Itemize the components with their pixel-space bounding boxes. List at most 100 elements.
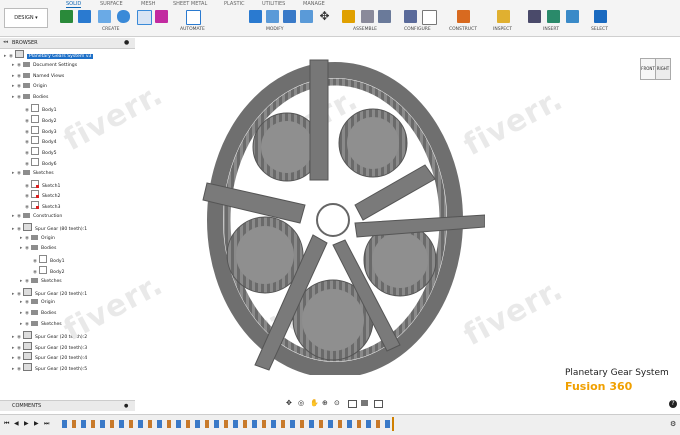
viewports-icon[interactable]: [374, 400, 383, 408]
browser-node[interactable]: ▸ ◉ Sketches: [12, 169, 54, 178]
browser-node[interactable]: ▸ ◉ Spur Gear (80 teeth):1: [12, 222, 87, 232]
browser-node[interactable]: ▸ ◉ Bodies: [12, 93, 48, 102]
browser-node[interactable]: ▸ ◉ Document Settings: [12, 61, 77, 70]
browser-node[interactable]: ◉ Sketch1: [20, 179, 60, 189]
group-inspect[interactable]: INSPECT: [493, 27, 512, 32]
browser-node[interactable]: ◉ Body2: [28, 266, 65, 275]
hole-icon[interactable]: [117, 10, 130, 23]
navigation-toolbar: ✥ ◎ ✋ ⊕ ⊙: [286, 399, 396, 410]
viewcube[interactable]: FRONT RIGHT: [634, 52, 672, 84]
browser-node[interactable]: ▸ ◉ Planetary Gears System v3: [4, 50, 94, 59]
comments-panel[interactable]: COMMENTS ●: [0, 400, 135, 411]
timeline-next-icon[interactable]: ▶: [34, 420, 39, 427]
parameters-table-icon[interactable]: [422, 10, 437, 25]
browser-node[interactable]: ◉ Body6: [20, 158, 57, 167]
automate-icon[interactable]: [186, 10, 201, 25]
look-at-icon[interactable]: ◎: [298, 399, 304, 407]
shell-icon[interactable]: [300, 10, 313, 23]
browser-node[interactable]: ◉ Body4: [20, 136, 57, 145]
comments-add-icon[interactable]: ●: [124, 401, 128, 411]
orbit-icon[interactable]: ✥: [286, 399, 292, 407]
grid-snaps-icon[interactable]: [361, 400, 368, 406]
browser-node[interactable]: ▸ ◉ Spur Gear (20 teeth):5: [12, 363, 87, 372]
tab-sheet-metal[interactable]: SHEET METAL: [173, 1, 207, 7]
group-construct[interactable]: CONSTRUCT: [449, 27, 477, 32]
browser-node[interactable]: ◉ Body1: [28, 255, 65, 264]
timeline-prev-icon[interactable]: ◀: [14, 420, 19, 427]
pan-icon[interactable]: ✋: [310, 399, 319, 407]
browser-node[interactable]: ▸ ◉ Origin: [12, 82, 47, 91]
planetary-gear-model[interactable]: [195, 55, 485, 375]
group-select[interactable]: SELECT: [591, 27, 608, 32]
display-settings-icon[interactable]: [348, 400, 357, 408]
tab-plastic[interactable]: PLASTIC: [224, 1, 245, 7]
browser-node[interactable]: ▸ ◉ Construction: [12, 212, 62, 221]
configure-icon[interactable]: [404, 10, 417, 23]
tab-surface[interactable]: SURFACE: [100, 1, 123, 7]
tab-solid[interactable]: SOLID: [66, 1, 82, 8]
revolve-icon[interactable]: [98, 10, 111, 23]
browser-node[interactable]: ▸ ◉ Named Views: [12, 72, 64, 81]
browser-node[interactable]: ▸ ◉ Origin: [20, 298, 55, 307]
browser-node[interactable]: ▸ ◉ Bodies: [20, 244, 56, 253]
timeline-first-icon[interactable]: ⏮: [4, 420, 9, 428]
timeline[interactable]: ⏮ ◀ ▶ ▶ ⏭ ⚙: [0, 414, 680, 435]
sun-gear[interactable]: [316, 203, 350, 237]
new-component-icon[interactable]: [60, 10, 73, 23]
folder-icon: [23, 213, 30, 218]
browser-node[interactable]: ▸ ◉ Sketches: [20, 320, 62, 329]
viewcube-front[interactable]: FRONT: [640, 58, 656, 80]
fit-icon[interactable]: ⊙: [334, 399, 340, 407]
viewcube-right[interactable]: RIGHT: [655, 58, 671, 80]
help-icon[interactable]: ?: [669, 400, 677, 408]
select-icon[interactable]: [594, 10, 607, 23]
timeline-settings-icon[interactable]: ⚙: [670, 420, 676, 428]
browser-node[interactable]: ▸ ◉ Origin: [20, 234, 55, 243]
insert-derive-icon[interactable]: [528, 10, 541, 23]
browser-node[interactable]: ◉ Body1: [20, 104, 57, 113]
browser-node-label: Bodies: [41, 311, 57, 317]
sketch-icon: [31, 179, 39, 188]
measure-icon[interactable]: [497, 10, 510, 23]
as-built-joint-icon[interactable]: [361, 10, 374, 23]
group-assemble[interactable]: ASSEMBLE: [353, 27, 377, 32]
browser-node[interactable]: ▸ ◉ Spur Gear (20 teeth):1: [12, 287, 87, 297]
press-pull-icon[interactable]: [249, 10, 262, 23]
browser-node[interactable]: ▸ ◉ Sketches: [20, 277, 62, 286]
offset-plane-icon[interactable]: [457, 10, 470, 23]
move-icon[interactable]: ✥: [318, 10, 331, 23]
insert-image-icon[interactable]: [566, 10, 579, 23]
zoom-icon[interactable]: ⊕: [322, 399, 328, 407]
browser-node[interactable]: ◉ Body5: [20, 147, 57, 156]
comments-title: COMMENTS: [12, 403, 42, 409]
form-icon[interactable]: [155, 10, 168, 23]
extrude-icon[interactable]: [78, 10, 91, 23]
group-insert[interactable]: INSERT: [543, 27, 559, 32]
browser-node[interactable]: ▸ ◉ Spur Gear (20 teeth):4: [12, 352, 87, 361]
timeline-play-icon[interactable]: ▶: [24, 420, 29, 427]
browser-node[interactable]: ◉ Sketch2: [20, 190, 60, 199]
tab-utilities[interactable]: UTILITIES: [262, 1, 285, 7]
browser-node[interactable]: ◉ Body3: [20, 125, 57, 135]
tab-manage[interactable]: MANAGE: [303, 1, 325, 7]
browser-node[interactable]: ◉ Body2: [20, 114, 57, 124]
fillet-icon[interactable]: [266, 10, 279, 23]
folder-icon: [31, 310, 38, 316]
timeline-last-icon[interactable]: ⏭: [44, 420, 49, 428]
tab-mesh[interactable]: MESH: [141, 1, 155, 7]
browser-node[interactable]: ◉ Sketch3: [20, 201, 60, 210]
group-configure[interactable]: CONFIGURE: [404, 27, 431, 32]
workspace-switcher[interactable]: DESIGN ▾: [4, 8, 48, 28]
browser-node-label: Sketches: [41, 322, 62, 327]
chamfer-icon[interactable]: [283, 10, 296, 23]
group-automate[interactable]: AUTOMATE: [180, 27, 205, 32]
browser-node-label: Body6: [42, 162, 57, 167]
pattern-icon[interactable]: [137, 10, 152, 25]
group-create[interactable]: CREATE: [102, 27, 119, 32]
insert-mesh-icon[interactable]: [547, 10, 560, 23]
browser-node[interactable]: ▸ ◉ Bodies: [20, 309, 56, 318]
joint-origin-icon[interactable]: [378, 10, 391, 23]
new-joint-icon[interactable]: [342, 10, 355, 23]
timeline-marker[interactable]: [392, 417, 394, 431]
group-modify[interactable]: MODIFY: [266, 27, 284, 32]
